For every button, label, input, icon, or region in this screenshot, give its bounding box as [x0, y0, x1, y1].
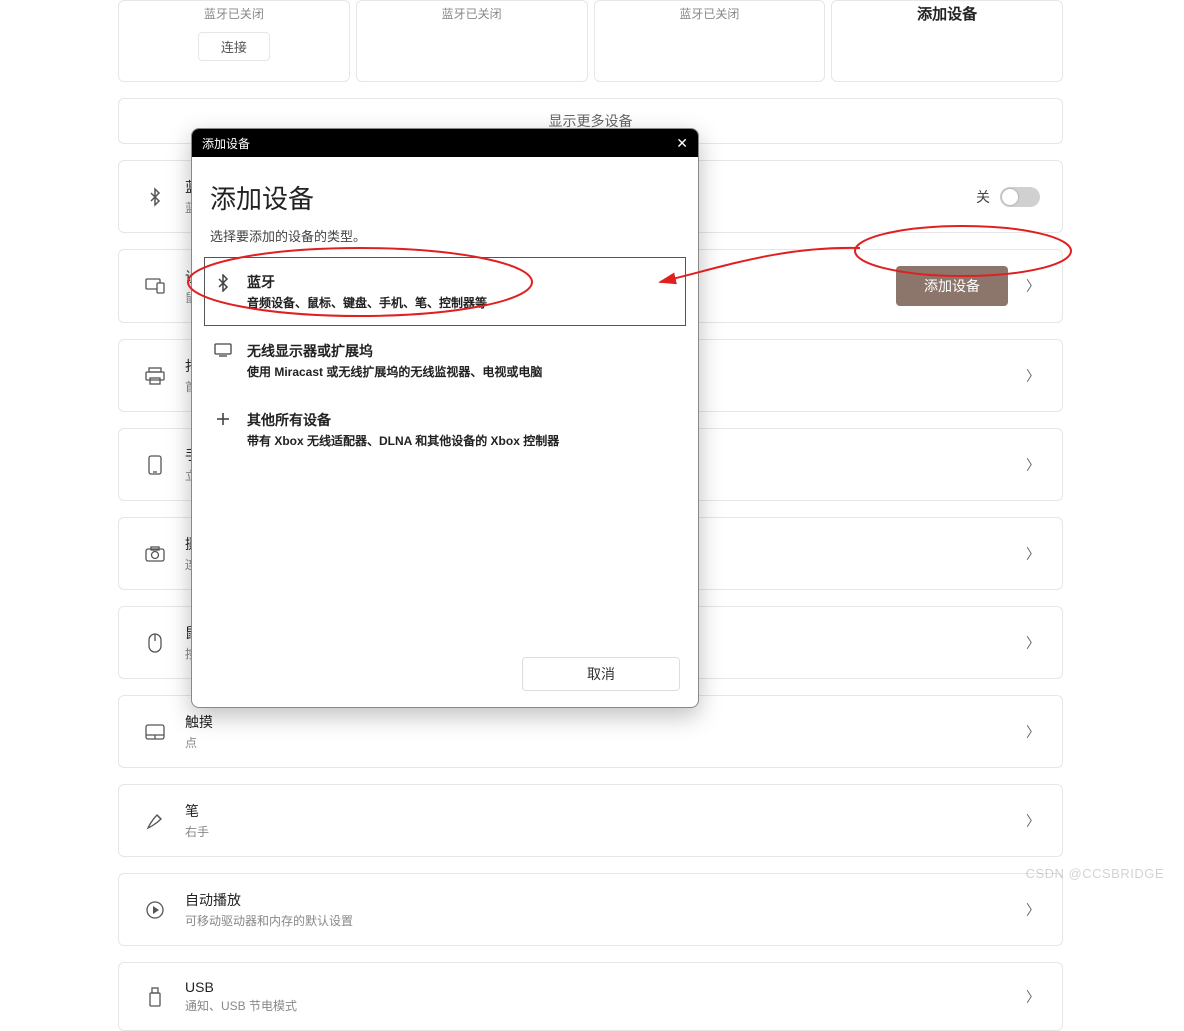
dialog-titlebar: 添加设备 ✕ — [192, 129, 698, 157]
add-device-button[interactable]: 添加设备 — [896, 266, 1008, 306]
display-icon — [211, 343, 235, 380]
chevron-right-icon: 〉 — [1026, 633, 1040, 653]
phone-icon — [141, 455, 169, 475]
usb-icon — [141, 987, 169, 1007]
chevron-right-icon: 〉 — [1026, 544, 1040, 564]
row-usb[interactable]: USB通知、USB 节电模式 〉 — [118, 962, 1063, 1031]
dialog-subtitle: 选择要添加的设备的类型。 — [210, 226, 680, 245]
device-card-1[interactable]: HC-05 蓝牙已关闭 — [356, 0, 588, 82]
watermark: CSDN @CCSBRIDGE — [1026, 866, 1164, 881]
printer-icon — [141, 367, 169, 385]
device-card-0[interactable]: HUAWEI FreeBuds Pro 蓝牙已关闭 连接 — [118, 0, 350, 82]
connect-button[interactable]: 连接 — [198, 32, 270, 61]
touchpad-icon — [141, 724, 169, 740]
add-device-dialog: 添加设备 ✕ 添加设备 选择要添加的设备的类型。 蓝牙 音频设备、鼠标、键盘、手… — [191, 128, 699, 708]
chevron-right-icon: 〉 — [1026, 366, 1040, 386]
camera-icon — [141, 546, 169, 562]
devices-icon — [141, 278, 169, 294]
row-pen[interactable]: 笔右手 〉 — [118, 784, 1063, 857]
dialog-heading: 添加设备 — [210, 179, 680, 216]
bluetooth-icon — [211, 274, 235, 311]
device-card-2[interactable]: HC-05 蓝牙已关闭 — [594, 0, 826, 82]
bluetooth-toggle[interactable] — [1000, 187, 1040, 207]
toggle-off-label: 关 — [976, 187, 990, 207]
option-everything-else[interactable]: 其他所有设备 带有 Xbox 无线适配器、DLNA 和其他设备的 Xbox 控制… — [204, 395, 686, 464]
row-autoplay[interactable]: 自动播放可移动驱动器和内存的默认设置 〉 — [118, 873, 1063, 946]
mouse-icon — [141, 633, 169, 653]
chevron-right-icon: 〉 — [1026, 987, 1040, 1007]
chevron-right-icon: 〉 — [1026, 811, 1040, 831]
option-wireless-display[interactable]: 无线显示器或扩展坞 使用 Miracast 或无线扩展坞的无线监视器、电视或电脑 — [204, 326, 686, 395]
plus-icon — [211, 412, 235, 449]
chevron-right-icon: 〉 — [1026, 722, 1040, 742]
close-icon[interactable]: ✕ — [676, 135, 688, 152]
chevron-right-icon: 〉 — [1026, 900, 1040, 920]
pen-icon — [141, 811, 169, 831]
autoplay-icon — [141, 900, 169, 920]
bluetooth-icon — [141, 187, 169, 207]
add-device-tile[interactable]: 添加设备 — [831, 0, 1063, 82]
cancel-button[interactable]: 取消 — [522, 657, 680, 691]
chevron-right-icon: 〉 — [1026, 455, 1040, 475]
device-tiles: HUAWEI FreeBuds Pro 蓝牙已关闭 连接 HC-05 蓝牙已关闭… — [118, 0, 1063, 82]
option-bluetooth[interactable]: 蓝牙 音频设备、鼠标、键盘、手机、笔、控制器等 — [204, 257, 686, 326]
chevron-right-icon: 〉 — [1026, 276, 1040, 296]
